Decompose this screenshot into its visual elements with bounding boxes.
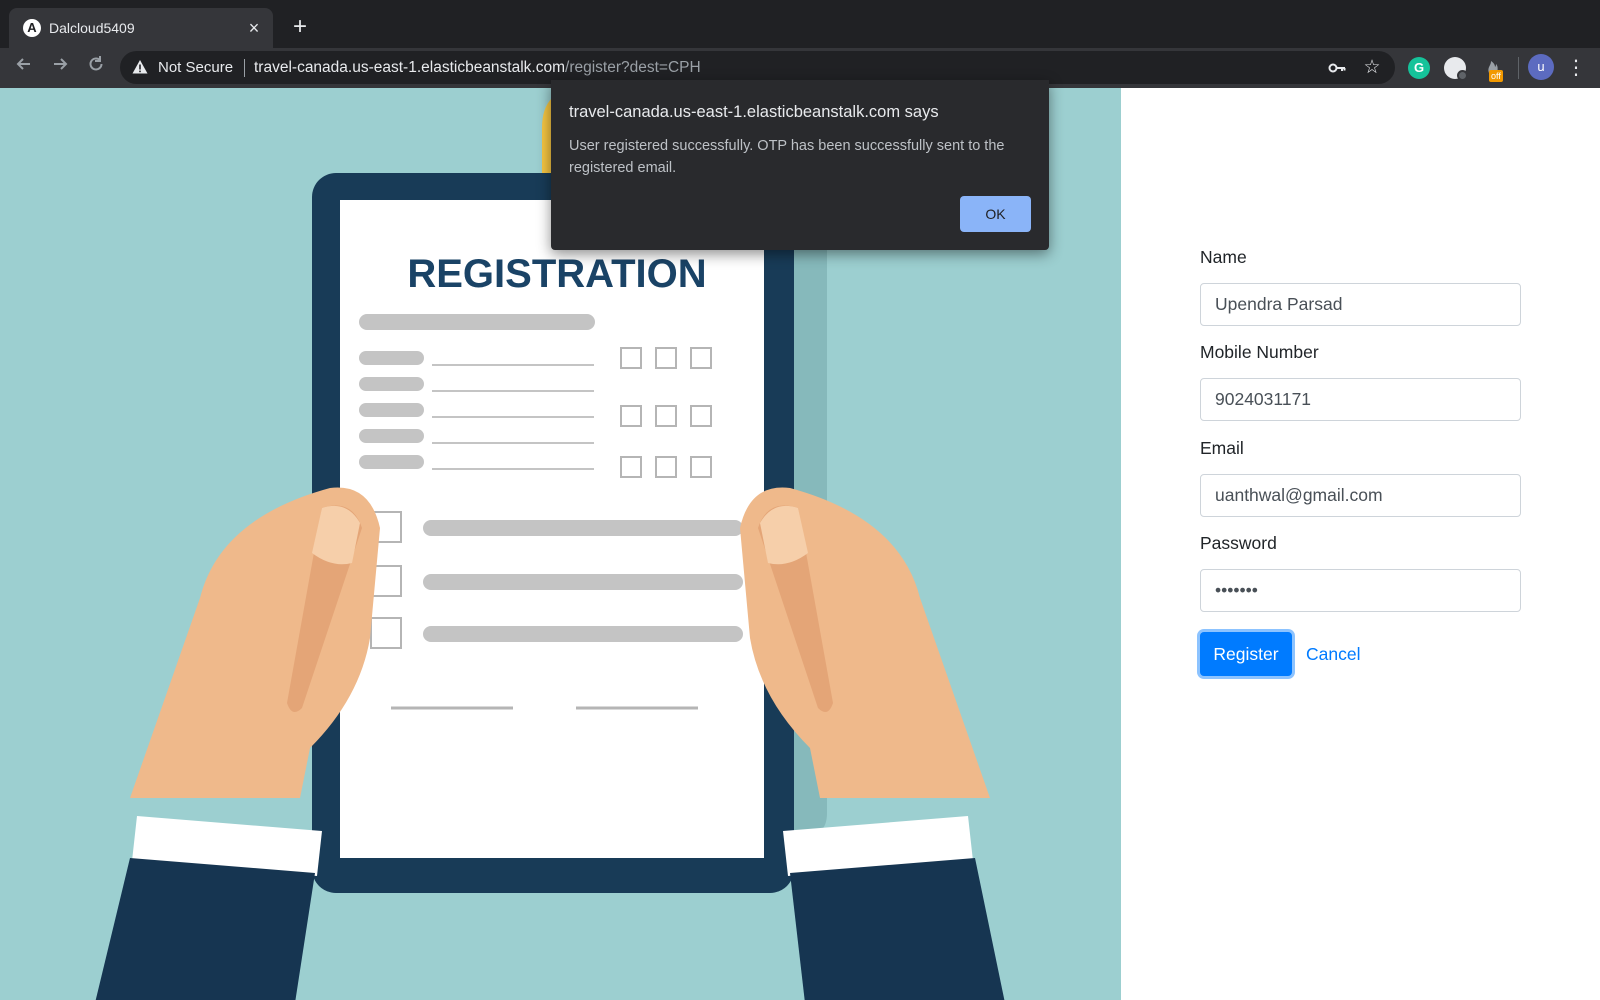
dialog-message: User registered successfully. OTP has be… xyxy=(569,138,1005,176)
angular-icon: A xyxy=(23,19,41,37)
alert-dialog: travel-canada.us-east-1.elasticbeanstalk… xyxy=(551,80,1049,250)
tab-title: Dalcloud5409 xyxy=(49,20,135,36)
ok-button[interactable]: OK xyxy=(960,196,1031,232)
password-label: Password xyxy=(1200,533,1277,553)
email-label: Email xyxy=(1200,438,1244,458)
illustration-heading: REGISTRATION xyxy=(407,252,706,296)
dialog-title: travel-canada.us-east-1.elasticbeanstalk… xyxy=(569,103,939,121)
grammarly-icon[interactable]: G xyxy=(1408,57,1430,79)
search-extension-icon[interactable] xyxy=(1444,57,1468,81)
name-label: Name xyxy=(1200,247,1247,267)
password-field[interactable] xyxy=(1200,569,1521,612)
warning-icon[interactable] xyxy=(132,59,148,75)
new-tab-icon[interactable]: + xyxy=(286,14,314,42)
profile-avatar[interactable]: u xyxy=(1528,54,1554,80)
mobile-number-field[interactable] xyxy=(1200,378,1521,421)
extension-off-badge: off xyxy=(1489,70,1503,82)
extension-off-icon[interactable]: off xyxy=(1483,57,1507,83)
email-field[interactable] xyxy=(1200,474,1521,517)
close-tab-icon[interactable]: × xyxy=(243,17,265,39)
browser-tab[interactable]: A Dalcloud5409 × xyxy=(9,8,273,48)
bookmark-star-icon[interactable]: ☆ xyxy=(1361,57,1383,79)
name-field[interactable] xyxy=(1200,283,1521,326)
key-icon[interactable] xyxy=(1327,58,1347,78)
toolbar-divider xyxy=(1518,57,1519,79)
mobile-number-label: Mobile Number xyxy=(1200,342,1319,362)
forward-icon[interactable] xyxy=(46,54,74,82)
url-text[interactable]: travel-canada.us-east-1.elasticbeanstalk… xyxy=(254,59,701,76)
back-icon[interactable] xyxy=(10,54,38,82)
register-button[interactable]: Register xyxy=(1200,632,1292,676)
omnibox-divider xyxy=(244,59,245,77)
url-host: travel-canada.us-east-1.elasticbeanstalk… xyxy=(254,59,566,76)
url-path: /register?dest=CPH xyxy=(565,59,701,76)
tab-strip: A Dalcloud5409 × + xyxy=(0,0,1600,48)
browser-menu-icon[interactable]: ⋮ xyxy=(1566,54,1586,82)
reload-icon[interactable] xyxy=(82,54,110,82)
cancel-link[interactable]: Cancel xyxy=(1306,643,1360,665)
security-status[interactable]: Not Secure xyxy=(158,59,233,76)
